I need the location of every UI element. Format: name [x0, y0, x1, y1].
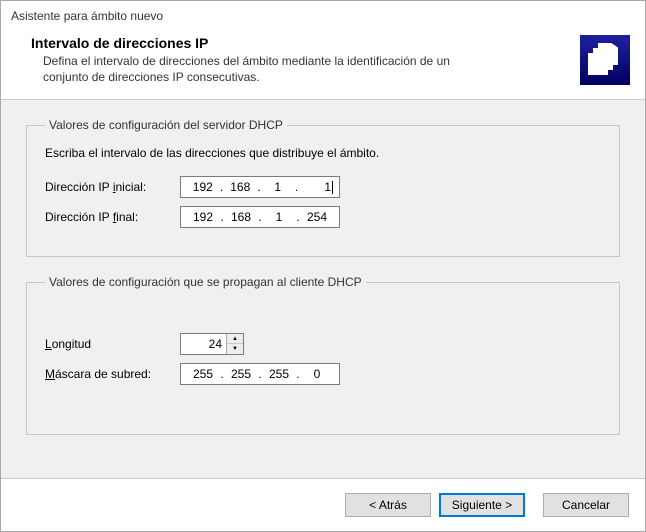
wizard-header: Intervalo de direcciones IP Defina el in…	[1, 25, 645, 100]
server-intro-text: Escriba el intervalo de las direcciones …	[45, 146, 601, 160]
wizard-window: Asistente para ámbito nuevo Intervalo de…	[0, 0, 646, 532]
cancel-button[interactable]: Cancelar	[543, 493, 629, 517]
window-title: Asistente para ámbito nuevo	[1, 1, 645, 25]
back-button[interactable]: < Atrás	[345, 493, 431, 517]
page-description: Defina el intervalo de direcciones del á…	[31, 53, 491, 85]
length-value[interactable]: 24	[181, 335, 226, 353]
wizard-body: Valores de configuración del servidor DH…	[1, 100, 645, 478]
mask-row: Máscara de subred: 255.255.255.0	[45, 363, 601, 385]
length-row: Longitud 24 ▲ ▼	[45, 333, 601, 355]
dhcp-server-legend: Valores de configuración del servidor DH…	[45, 118, 287, 132]
start-ip-input[interactable]: 192.168.1.1	[180, 176, 340, 198]
dhcp-server-group: Valores de configuración del servidor DH…	[26, 118, 620, 257]
text-caret	[332, 181, 333, 194]
folders-icon	[580, 35, 630, 85]
spinner-down-button[interactable]: ▼	[227, 344, 243, 354]
header-text-block: Intervalo de direcciones IP Defina el in…	[31, 35, 580, 85]
dhcp-client-group: Valores de configuración que se propagan…	[26, 275, 620, 435]
end-ip-row: Dirección IP final: 192.168.1.254	[45, 206, 601, 228]
next-button[interactable]: Siguiente >	[439, 493, 525, 517]
start-ip-row: Dirección IP inicial: 192.168.1.1	[45, 176, 601, 198]
wizard-footer: < Atrás Siguiente > Cancelar	[1, 478, 645, 531]
subnet-mask-input[interactable]: 255.255.255.0	[180, 363, 340, 385]
end-ip-label: Dirección IP final:	[45, 210, 180, 224]
mask-label: Máscara de subred:	[45, 367, 180, 381]
dhcp-client-legend: Valores de configuración que se propagan…	[45, 275, 366, 289]
spinner-up-button[interactable]: ▲	[227, 334, 243, 344]
start-ip-label: Dirección IP inicial:	[45, 180, 180, 194]
end-ip-input[interactable]: 192.168.1.254	[180, 206, 340, 228]
spinner-buttons: ▲ ▼	[226, 334, 243, 354]
length-label: Longitud	[45, 337, 180, 351]
length-spinner[interactable]: 24 ▲ ▼	[180, 333, 244, 355]
page-title: Intervalo de direcciones IP	[31, 35, 580, 51]
